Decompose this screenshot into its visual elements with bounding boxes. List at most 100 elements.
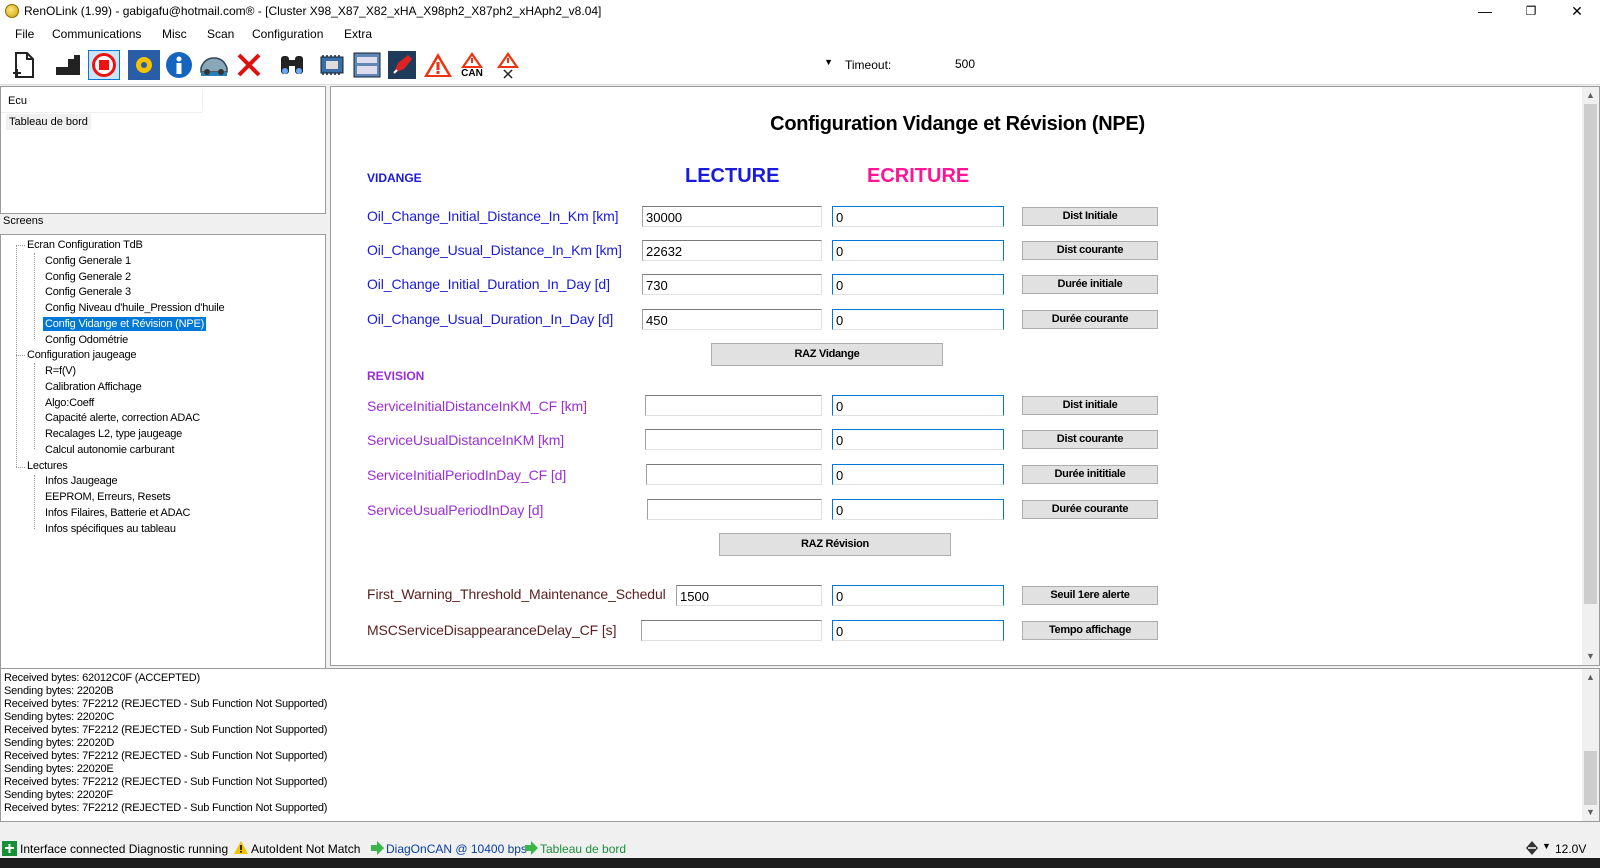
menu-misc[interactable]: Misc [162, 27, 187, 41]
write-field[interactable]: 0 [832, 274, 1004, 295]
write-field[interactable]: 0 [832, 585, 1004, 606]
pen-icon[interactable] [386, 50, 418, 80]
tree-item-capacite-alerte[interactable]: Capacité alerte, correction ADAC [45, 411, 200, 425]
menu-communications[interactable]: Communications [52, 27, 141, 41]
read-field[interactable] [645, 429, 822, 450]
write-field[interactable]: 0 [832, 499, 1004, 520]
tree-item-config-generale-2[interactable]: Config Generale 2 [45, 270, 131, 284]
duree-courante-button[interactable]: Durée courante [1022, 310, 1158, 329]
write-field[interactable]: 0 [832, 464, 1004, 485]
warning-icon[interactable] [422, 50, 454, 80]
scroll-up-icon[interactable]: ▲ [1582, 87, 1599, 104]
dist-courante-button[interactable]: Dist courante [1022, 241, 1158, 260]
scroll-down-icon[interactable]: ▼ [1582, 648, 1599, 665]
stop-icon[interactable] [88, 50, 120, 80]
tree-item-config-odometrie[interactable]: Config Odométrie [45, 333, 128, 347]
mode-select[interactable]: ▼ [538, 53, 840, 75]
chip-tool-icon[interactable] [316, 50, 348, 80]
read-field[interactable]: 450 [642, 309, 822, 330]
duree-initiale-button[interactable]: Durée initiale [1022, 275, 1158, 294]
seuil-alerte-button[interactable]: Seuil 1ere alerte [1022, 586, 1158, 605]
param-label: Oil_Change_Initial_Duration_In_Day [d] [367, 276, 610, 292]
new-document-icon[interactable] [8, 50, 40, 80]
read-field[interactable]: 730 [642, 274, 822, 295]
tempo-affichage-button[interactable]: Tempo affichage [1022, 621, 1158, 640]
plug-icon [1524, 841, 1540, 858]
read-field[interactable]: 1500 [676, 585, 822, 606]
tree-group-lectures[interactable]: Lectures [27, 459, 68, 473]
column-divider [202, 89, 203, 111]
read-field[interactable] [647, 499, 822, 520]
write-field[interactable]: 0 [832, 206, 1004, 227]
status-bar: Interface connected Diagnostic running A… [0, 840, 1600, 858]
read-field[interactable] [645, 395, 822, 416]
menu-configuration[interactable]: Configuration [252, 27, 323, 41]
can-warning-icon[interactable]: CAN [456, 50, 488, 80]
vidange-section-label: VIDANGE [367, 171, 422, 185]
tree-item-infos-filaires[interactable]: Infos Filaires, Batterie et ADAC [45, 506, 190, 520]
write-field[interactable]: 0 [832, 309, 1004, 330]
can-label: CAN [461, 68, 483, 79]
cancel-icon[interactable] [233, 50, 265, 80]
read-field[interactable]: 30000 [642, 206, 822, 227]
taskbar-strip [0, 858, 1600, 868]
dist-courante-button[interactable]: Dist courante [1022, 430, 1158, 449]
minimize-button[interactable]: — [1462, 0, 1508, 23]
info-icon[interactable] [163, 50, 195, 80]
tree-item-autonomie[interactable]: Calcul autonomie carburant [45, 443, 175, 457]
tree-item-recalages[interactable]: Recalages L2, type jaugeage [45, 427, 182, 441]
menu-file[interactable]: File [15, 27, 34, 41]
read-field[interactable] [646, 464, 822, 485]
timeout-input[interactable]: 500 [898, 53, 980, 75]
read-field[interactable] [641, 620, 822, 641]
ecu-row[interactable]: Tableau de bord [6, 114, 91, 130]
clear-warning-icon[interactable] [492, 50, 524, 80]
car-icon[interactable] [198, 50, 230, 80]
scroll-up-icon[interactable]: ▲ [1582, 669, 1599, 686]
tree-item-config-generale-3[interactable]: Config Generale 3 [45, 285, 131, 299]
connect-icon[interactable] [52, 50, 84, 80]
tree-item-config-niveau-huile[interactable]: Config Niveau d'huile_Pression d'huile [45, 301, 225, 315]
tree-group-config-tdb[interactable]: Ecran Configuration TdB [27, 238, 143, 252]
binoculars-icon[interactable] [276, 50, 308, 80]
read-field[interactable]: 22632 [642, 240, 822, 261]
diag-status: DiagOnCAN @ 10400 bps [386, 842, 527, 856]
scroll-thumb[interactable] [1584, 751, 1597, 805]
tree-item-config-generale-1[interactable]: Config Generale 1 [45, 254, 131, 268]
restore-button[interactable]: ❐ [1508, 0, 1554, 23]
duree-initiale-button[interactable]: Durée inititiale [1022, 465, 1158, 484]
param-label: MSCServiceDisappearanceDelay_CF [s] [367, 622, 617, 638]
ecu-scan-icon[interactable] [128, 50, 160, 80]
scroll-thumb[interactable] [1584, 104, 1597, 604]
screen-config-icon[interactable] [351, 50, 383, 80]
log-line: Received bytes: 7F2212 (REJECTED - Sub F… [4, 802, 328, 814]
tree-item-calibration[interactable]: Calibration Affichage [45, 380, 142, 394]
tree-group-jaugeage[interactable]: Configuration jaugeage [27, 348, 137, 362]
menu-extra[interactable]: Extra [344, 27, 372, 41]
tree-item-config-vidange[interactable]: Config Vidange et Révision (NPE) [41, 316, 208, 332]
tree-item-eeprom[interactable]: EEPROM, Erreurs, Resets [45, 490, 171, 504]
write-field[interactable]: 0 [832, 240, 1004, 261]
dist-initiale-button[interactable]: Dist initiale [1022, 396, 1158, 415]
write-field[interactable]: 0 [832, 620, 1004, 641]
header-divider [1, 112, 202, 113]
write-field[interactable]: 0 [832, 395, 1004, 416]
autoident-status: AutoIdent Not Match [251, 842, 361, 856]
write-field[interactable]: 0 [832, 429, 1004, 450]
raz-revision-button[interactable]: RAZ Révision [719, 533, 951, 556]
tree-item-algo-coeff[interactable]: Algo:Coeff [45, 396, 94, 410]
dist-initiale-button[interactable]: Dist Initiale [1022, 207, 1158, 226]
duree-courante-button[interactable]: Durée courante [1022, 500, 1158, 519]
tree-item-infos-jaugeage[interactable]: Infos Jaugeage [45, 474, 118, 488]
log-scrollbar[interactable]: ▲ ▼ [1582, 669, 1599, 821]
raz-vidange-button[interactable]: RAZ Vidange [711, 343, 943, 366]
scroll-down-icon[interactable]: ▼ [1582, 804, 1599, 821]
close-button[interactable]: ✕ [1554, 0, 1600, 23]
tree-item-r-f-v[interactable]: R=f(V) [45, 364, 76, 378]
voltage-status: 12.0V [1555, 842, 1587, 856]
tree-item-infos-specifiques[interactable]: Infos spécifiques au tableau [45, 522, 176, 536]
form-scrollbar[interactable]: ▲ ▼ [1582, 87, 1599, 665]
menu-scan[interactable]: Scan [207, 27, 234, 41]
ecu-column-header[interactable]: Ecu [8, 95, 27, 107]
timeout-label: Timeout: [845, 58, 892, 72]
